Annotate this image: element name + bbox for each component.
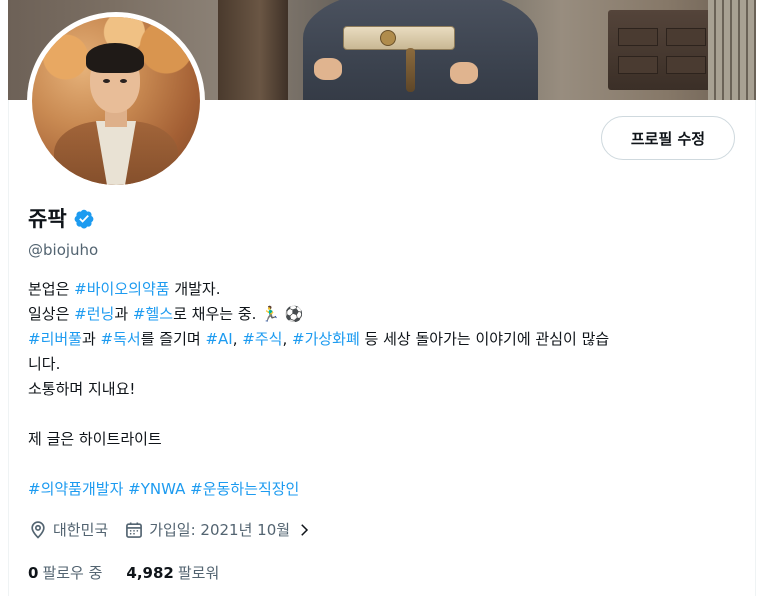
hashtag-link[interactable]: #헬스 — [133, 305, 173, 323]
following-count: 0 — [28, 564, 39, 582]
bio-line: #리버풀과 #독서를 즐기며 #AI, #주식, #가상화폐 등 세상 돌아가는… — [28, 330, 610, 348]
bio-line: 소통하며 지내요! — [28, 380, 136, 398]
bio-line: 본업은 #바이오의약품 개발자. — [28, 280, 221, 298]
hashtag-link[interactable]: #리버풀 — [28, 330, 82, 348]
hashtag-link[interactable]: #런닝 — [74, 305, 114, 323]
calendar-icon — [126, 522, 143, 538]
display-name: 쥬팍 — [28, 207, 67, 231]
location-pin-icon — [31, 521, 45, 539]
hashtag-link[interactable]: #주식 — [242, 330, 282, 348]
verified-badge-icon[interactable] — [73, 208, 95, 230]
following-label: 팔로우 중 — [42, 564, 103, 582]
follow-stats: 0 팔로우 중 4,982 팔로워 — [28, 562, 219, 584]
profile-name-row: 쥬팍 — [28, 204, 95, 234]
location-item: 대한민국 — [28, 519, 108, 541]
join-date-item[interactable]: 가입일: 2021년 10월 — [124, 519, 313, 541]
profile-meta: 대한민국 가입일: 2021년 10월 — [28, 519, 313, 541]
location-text: 대한민국 — [53, 521, 109, 539]
following-link[interactable]: 0 팔로우 중 — [28, 562, 102, 584]
hashtag-link[interactable]: #바이오의약품 — [74, 280, 169, 298]
followers-count: 4,982 — [126, 564, 174, 582]
hashtag-link[interactable]: #운동하는직장인 — [190, 480, 299, 498]
followers-link[interactable]: 4,982 팔로워 — [126, 562, 219, 584]
bio-line: 일상은 #런닝과 #헬스로 채우는 중. 🏃‍♂️ ⚽ — [28, 305, 304, 323]
bio-line: 니다. — [28, 355, 61, 373]
profile-bio: 본업은 #바이오의약품 개발자. 일상은 #런닝과 #헬스로 채우는 중. 🏃‍… — [28, 277, 733, 502]
hashtag-link[interactable]: #YNWA — [128, 480, 185, 498]
chevron-right-icon — [301, 524, 309, 536]
hashtag-link[interactable]: #AI — [205, 330, 232, 348]
followers-label: 팔로워 — [177, 564, 220, 582]
user-handle: @biojuho — [28, 241, 99, 259]
hashtag-link[interactable]: #의약품개발자 — [28, 480, 123, 498]
avatar[interactable] — [27, 12, 205, 190]
bio-line: 제 글은 하이트라이트 — [28, 430, 162, 448]
join-date-text: 가입일: 2021년 10월 — [149, 521, 291, 539]
hashtag-link[interactable]: #독서 — [101, 330, 141, 348]
hashtag-link[interactable]: #가상화폐 — [292, 330, 360, 348]
banner-art — [218, 0, 288, 100]
avatar-image — [32, 17, 200, 185]
edit-profile-button[interactable]: 프로필 수정 — [601, 116, 735, 160]
bio-line: #의약품개발자 #YNWA #운동하는직장인 — [28, 477, 733, 502]
